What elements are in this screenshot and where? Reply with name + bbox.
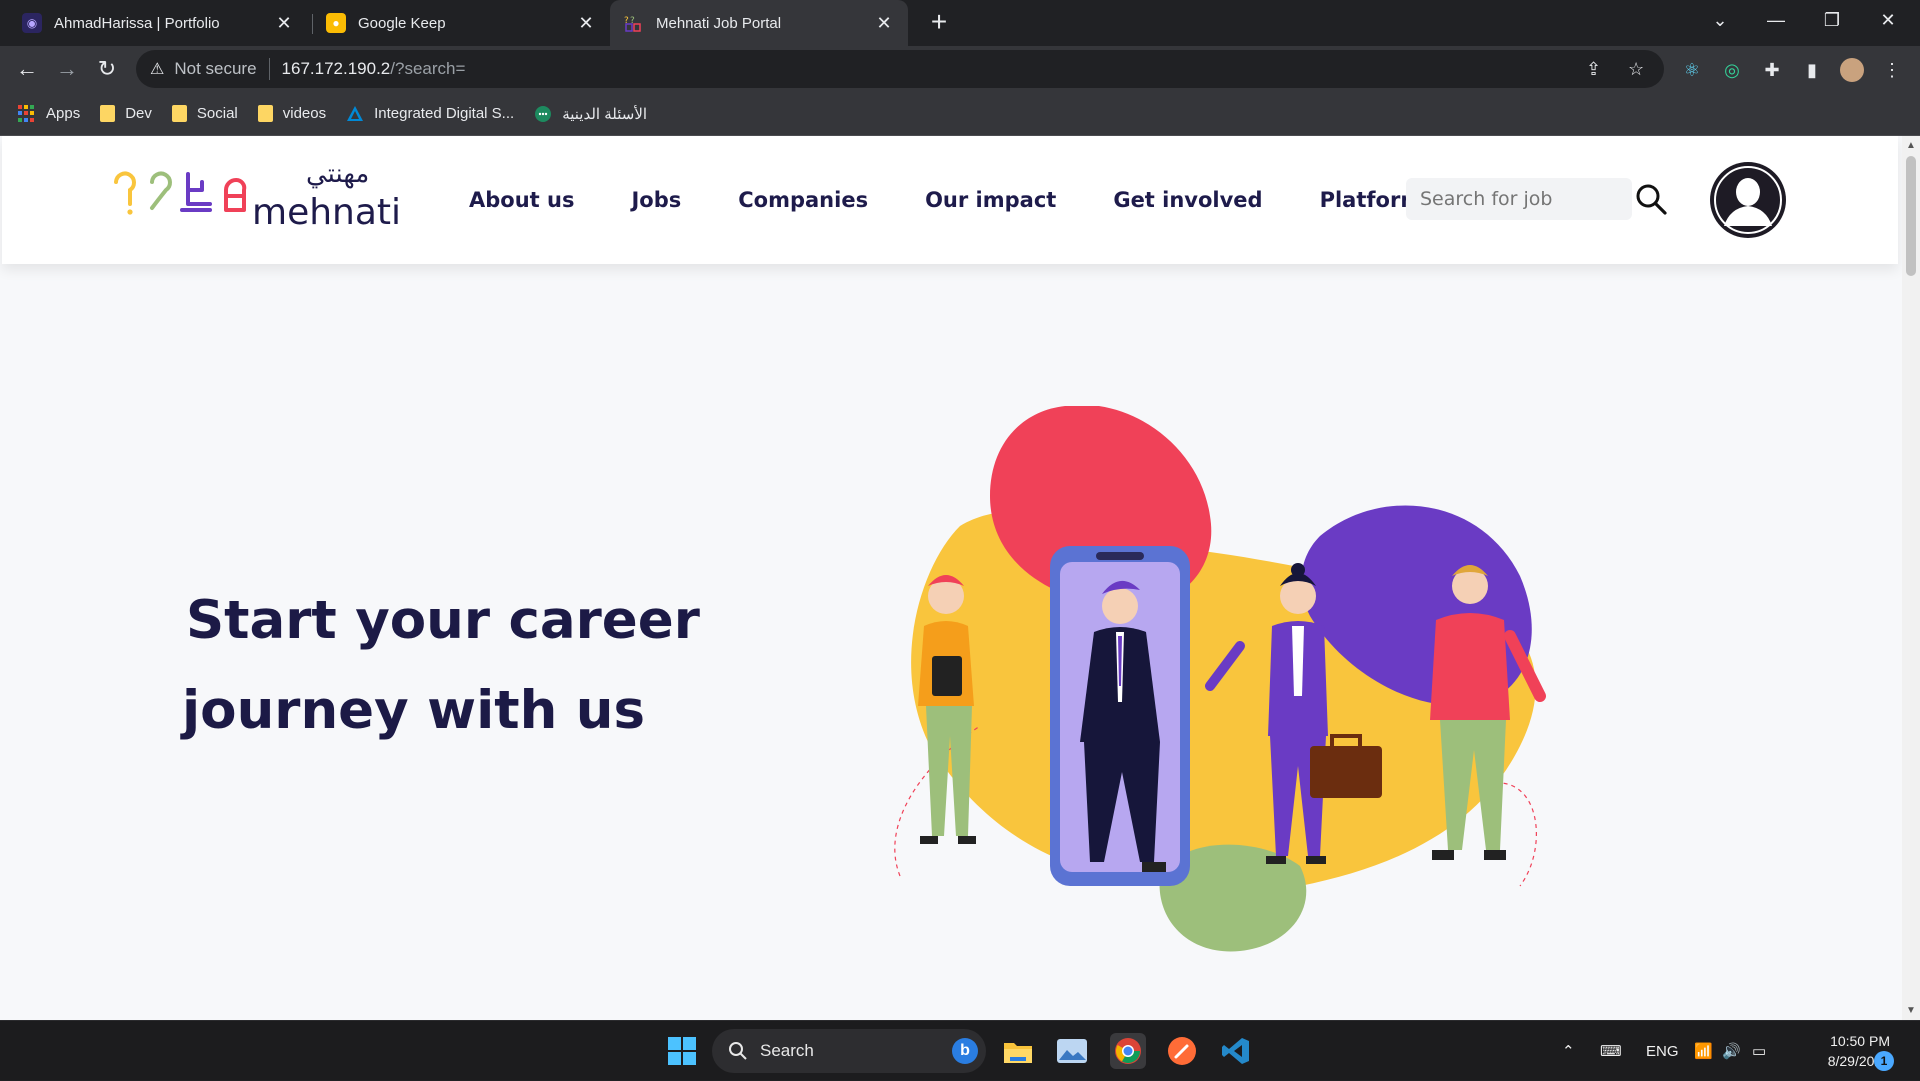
extension-circle-icon[interactable]: ◎ [1720,58,1744,82]
forward-button[interactable]: → [52,54,82,84]
bookmark-star-icon[interactable]: ☆ [1628,50,1644,88]
taskbar-search-label: Search [760,1041,814,1060]
minimize-button[interactable]: — [1748,0,1804,40]
browser-toolbar: ← → ↻ ⚠ Not secure 167.172.190.2 /?searc… [0,46,1920,92]
azure-icon [346,105,364,123]
nav-companies[interactable]: Companies [738,188,868,212]
taskbar-search[interactable]: Search b [712,1029,986,1073]
battery-icon[interactable]: ▭ [1752,1021,1766,1081]
share-icon[interactable]: ⇪ [1586,50,1601,88]
close-tab-icon[interactable]: ✕ [576,13,596,34]
new-tab-button[interactable]: + [922,6,956,38]
tab-portfolio[interactable]: ◉ AhmadHarissa | Portfolio ✕ [8,0,308,46]
reload-button[interactable]: ↻ [92,54,122,84]
divider [268,58,270,80]
profile-avatar-icon[interactable] [1840,58,1864,82]
tray-overflow-icon[interactable]: ⌃ [1562,1021,1575,1081]
hero-line-2: journey with us [182,680,646,741]
scroll-down-arrow-icon[interactable]: ▼ [1906,1005,1916,1016]
portfolio-favicon: ◉ [22,13,42,33]
nav-our-impact[interactable]: Our impact [925,188,1056,212]
tab-strip: ◉ AhmadHarissa | Portfolio ✕ ● Google Ke… [0,0,1920,46]
volume-icon[interactable]: 🔊 [1722,1021,1741,1081]
side-panel-icon[interactable]: ▮ [1800,58,1824,82]
site-header: مهنتي mehnati About us Jobs Companies Ou… [2,136,1898,264]
address-bar[interactable]: ⚠ Not secure 167.172.190.2 /?search= ⇪ ☆ [136,50,1664,88]
chat-icon [534,105,552,123]
apps-grid-icon [18,104,36,123]
clock-time: 10:50 PM [1830,1033,1890,1049]
page-viewport: مهنتي mehnati About us Jobs Companies Ou… [0,136,1920,1020]
keyboard-icon[interactable]: ⌨ [1600,1021,1622,1081]
restore-button[interactable]: ❐ [1804,0,1860,40]
warning-icon[interactable]: ⚠ [150,59,164,79]
job-search-input[interactable] [1406,178,1632,220]
bookmark-label: videos [282,105,327,122]
scroll-up-arrow-icon[interactable]: ▲ [1906,140,1916,151]
mehnati-logo[interactable]: مهنتي mehnati [110,160,430,240]
tab-title: Google Keep [358,14,446,32]
tab-title: AhmadHarissa | Portfolio [54,14,220,32]
windows-start-icon[interactable] [664,1033,700,1069]
bookmark-label: Apps [46,105,81,122]
file-explorer-icon[interactable] [1000,1033,1036,1069]
scrollbar-thumb[interactable] [1906,156,1916,276]
extensions-puzzle-icon[interactable]: ✚ [1760,58,1784,82]
language-indicator[interactable]: ENG [1646,1021,1679,1081]
bookmark-integrated-digital[interactable]: Integrated Digital S... [346,105,514,123]
windows-taskbar: Search b ⌃ ⌨ ENG 📶 🔊 ▭ 10:50 PM 8/29/202… [0,1020,1920,1080]
close-tab-icon[interactable]: ✕ [874,13,894,34]
tab-title: Mehnati Job Portal [656,14,782,32]
user-avatar[interactable] [1710,162,1786,238]
bing-icon[interactable]: b [952,1038,978,1064]
main-nav: About us Jobs Companies Our impact Get i… [469,136,1435,264]
bookmark-apps[interactable]: Apps [18,104,81,123]
search-icon [729,1042,747,1060]
close-window-button[interactable]: ✕ [1860,0,1916,40]
nav-jobs[interactable]: Jobs [631,188,681,212]
logo-arabic-text: مهنتي [306,160,369,189]
photos-app-icon[interactable] [1054,1033,1090,1069]
nav-about-us[interactable]: About us [469,188,574,212]
url-host: 167.172.190.2 [281,59,391,78]
wifi-icon[interactable]: 📶 [1694,1021,1713,1081]
notification-badge[interactable]: 1 [1874,1051,1894,1071]
url-path: /?search= [390,59,466,78]
bookmark-religious-questions[interactable]: الأسئلة الدينية [534,105,647,123]
bookmark-videos[interactable]: videos [257,105,327,122]
nav-get-involved[interactable]: Get involved [1113,188,1262,212]
search-icon[interactable] [1634,182,1668,216]
folder-icon [171,105,187,122]
page-scrollbar[interactable]: ▲ ▼ [1902,136,1920,1020]
chrome-icon[interactable] [1110,1033,1146,1069]
bookmark-label: Social [196,105,238,122]
vscode-icon[interactable] [1218,1033,1254,1069]
hero-illustration [894,406,1546,952]
keep-favicon: ● [326,13,346,33]
back-button[interactable]: ← [12,54,42,84]
bookmarks-bar: Apps Dev Social videos Integrated Digita… [0,92,1920,136]
bookmark-label: Dev [125,105,152,122]
tab-mehnati[interactable]: ?? Mehnati Job Portal ✕ [610,0,908,46]
tab-google-keep[interactable]: ● Google Keep ✕ [312,0,610,46]
bookmark-label: الأسئلة الدينية [562,105,648,123]
mehnati-favicon: ?? [624,13,644,33]
bookmark-label: Integrated Digital S... [374,105,515,122]
postman-icon[interactable] [1164,1033,1200,1069]
folder-icon [257,105,273,122]
hero-line-1: Start your career [186,590,700,651]
react-devtools-icon[interactable]: ⚛ [1680,58,1704,82]
menu-kebab-icon[interactable]: ⋮ [1880,58,1904,82]
bookmark-social[interactable]: Social [171,105,238,122]
close-tab-icon[interactable]: ✕ [274,13,294,34]
bookmark-dev[interactable]: Dev [100,105,152,122]
hero-heading: Start your career journey with us [182,576,786,756]
folder-icon [100,105,116,122]
tab-search-icon[interactable]: ⌄ [1692,0,1748,40]
security-label[interactable]: Not secure [174,59,256,79]
logo-wordmark: mehnati [252,192,401,233]
